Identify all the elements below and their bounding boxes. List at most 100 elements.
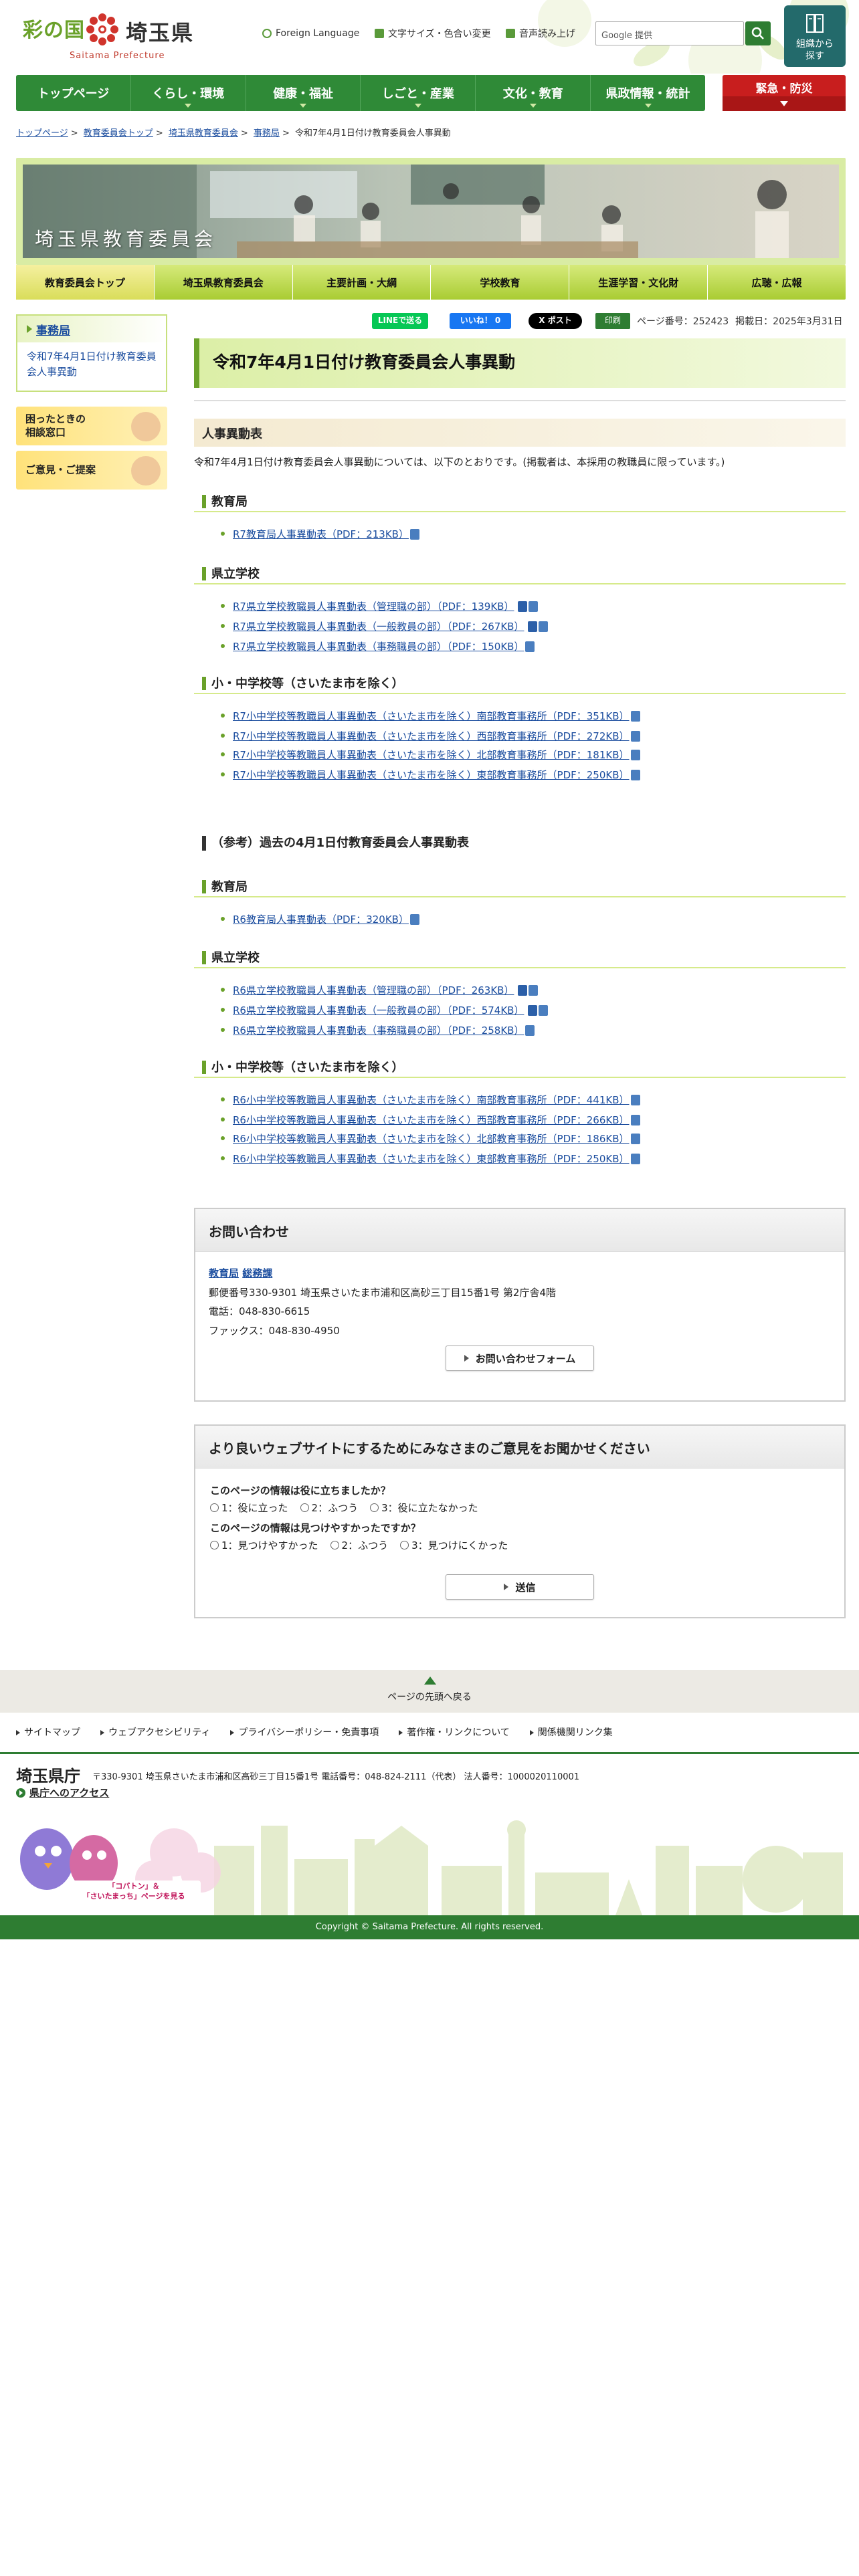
gnav-kurashi[interactable]: くらし・環境 (131, 75, 246, 111)
footer-link-privacy[interactable]: プライバシーポリシー・免責事項 (230, 1725, 379, 1739)
footer-divider (0, 1752, 859, 1754)
search-input[interactable]: Google 提供 (595, 21, 744, 45)
download-link[interactable]: R7県立学校教職員人事異動表（事務職員の部）（PDF：150KB） (221, 639, 535, 655)
radio-label: 1：見つけやすかった (221, 1539, 318, 1551)
download-link[interactable]: R6小中学校等教職員人事異動表（さいたま市を除く）東部教育事務所（PDF：250… (221, 1152, 640, 1168)
facebook-like-button[interactable]: いいね！ 0 (450, 313, 511, 329)
back-to-top-button[interactable]: ページの先頭へ戻る (0, 1670, 859, 1713)
subnav-school-education[interactable]: 学校教育 (431, 265, 570, 300)
speech-reader-link[interactable]: 音声読み上げ (506, 25, 575, 41)
footer-link-related[interactable]: 関係機関リンク集 (530, 1725, 613, 1739)
contact-dept-link[interactable]: 教育局 (209, 1267, 239, 1279)
breadcrumb-link-board-top[interactable]: 教育委員会トップ (84, 128, 153, 138)
feedback-submit-button[interactable]: 送信 (446, 1574, 594, 1600)
arrow-right-icon (464, 1355, 469, 1362)
foreign-language-link[interactable]: Foreign Language (262, 25, 359, 41)
subnav-pr[interactable]: 広聴・広報 (708, 265, 846, 300)
subnav-lifelong-learning[interactable]: 生涯学習・文化財 (569, 265, 708, 300)
radio-option[interactable]: 3：役に立たなかった (370, 1501, 478, 1515)
download-link[interactable]: R6教育局人事異動表（PDF：320KB） (221, 912, 419, 928)
font-size-color-link[interactable]: 文字サイズ・色合い変更 (375, 25, 491, 41)
org-search-button[interactable]: 組織から 探す (784, 5, 846, 67)
contact-form-button[interactable]: お問い合わせフォーム (446, 1346, 594, 1371)
book-icon (806, 14, 824, 33)
contact-section-link[interactable]: 総務課 (242, 1267, 272, 1279)
sidebar-item-current[interactable]: 令和7年4月1日付け教育委員会人事異動 (17, 342, 166, 387)
mascot-page-link[interactable]: 「コバトン」＆ 「さいたまっち」ページを見る (67, 1881, 201, 1903)
feedback-options-1: 1：役に立った 2：ふつう 3：役に立たなかった (210, 1501, 478, 1515)
emergency-button[interactable]: 緊急・防災 (723, 75, 846, 111)
radio-button[interactable] (330, 1541, 339, 1549)
breadcrumb-link-board[interactable]: 埼玉県教育委員会 (169, 128, 238, 138)
radio-button[interactable] (400, 1541, 409, 1549)
download-link[interactable]: R6県立学校教職員人事異動表（事務職員の部）（PDF：258KB） (221, 1023, 535, 1039)
feedback-options-2: 1：見つけやすかった 2：ふつう 3：見つけにくかった (210, 1538, 508, 1552)
gnav-kenko[interactable]: 健康・福祉 (246, 75, 361, 111)
x-post-button[interactable]: X ポスト (529, 313, 582, 329)
radio-label: 1：役に立った (221, 1502, 288, 1514)
radio-option[interactable]: 2：ふつう (300, 1501, 358, 1515)
saitama-emblem-icon (86, 13, 118, 45)
breadcrumb-link-secretariat[interactable]: 事務局 (254, 128, 280, 138)
footer-link-sitemap[interactable]: サイトマップ (16, 1725, 80, 1739)
radio-option[interactable]: 1：見つけやすかった (210, 1538, 318, 1552)
subnav-plans[interactable]: 主要計画・大綱 (293, 265, 432, 300)
pdf-icon (630, 730, 640, 742)
download-link-label: R7小中学校等教職員人事異動表（さいたま市を除く）東部教育事務所（PDF：250… (233, 769, 630, 781)
saitama-logo[interactable]: 彩の国 埼玉県 Saitama Prefecture (16, 8, 197, 63)
logo-text-sainokuni: 彩の国 (23, 19, 85, 42)
pdf-icon (518, 601, 528, 612)
contact-dept: 教育局 総務課 (209, 1264, 831, 1283)
download-link[interactable]: R6小中学校等教職員人事異動表（さいたま市を除く）南部教育事務所（PDF：441… (221, 1093, 640, 1109)
footer-link-copyright[interactable]: 著作権・リンクについて (399, 1725, 510, 1739)
back-to-top-label: ページの先頭へ戻る (387, 1692, 472, 1703)
gnav-shigoto[interactable]: しごと・産業 (361, 75, 476, 111)
radio-button[interactable] (370, 1503, 379, 1512)
download-link[interactable]: R7小中学校等教職員人事異動表（さいたま市を除く）東部教育事務所（PDF：250… (221, 768, 640, 784)
gnav-kensei[interactable]: 県政情報・統計 (591, 75, 705, 111)
banner-title: 埼玉県教育委員会 (35, 228, 217, 250)
font-size-icon (375, 29, 384, 38)
breadcrumb-link-top[interactable]: トップページ (16, 128, 68, 138)
sidebar-heading-link[interactable]: 事務局 (36, 321, 70, 338)
opinion-banner[interactable]: ご意見・ご提案 (16, 451, 167, 490)
download-link[interactable]: R7県立学校教職員人事異動表（管理職の部）（PDF：139KB） (221, 599, 539, 615)
logo-text-saitamaken: 埼玉県 (126, 20, 195, 45)
radio-label: 3：役に立たなかった (381, 1502, 478, 1514)
search-button[interactable] (745, 21, 771, 45)
radio-option[interactable]: 2：ふつう (330, 1538, 388, 1552)
access-link[interactable]: 県庁へのアクセス (16, 1786, 109, 1800)
person-illustration (131, 412, 161, 441)
gnav-kurashi-label: くらし・環境 (152, 87, 225, 101)
radio-option[interactable]: 1：役に立った (210, 1501, 288, 1515)
feedback-question-2: このページの情報は見つけやすかったですか？ (210, 1522, 421, 1534)
divider (194, 400, 846, 401)
download-link[interactable]: R6小中学校等教職員人事異動表（さいたま市を除く）西部教育事務所（PDF：266… (221, 1113, 640, 1129)
radio-button[interactable] (210, 1541, 219, 1549)
download-link[interactable]: R7小中学校等教職員人事異動表（さいたま市を除く）北部教育事務所（PDF：181… (221, 748, 640, 764)
radio-button[interactable] (210, 1503, 219, 1512)
download-link-label: R7小中学校等教職員人事異動表（さいたま市を除く）北部教育事務所（PDF：181… (233, 749, 630, 761)
footer-link-accessibility[interactable]: ウェブアクセシビリティ (100, 1725, 210, 1739)
download-link[interactable]: R6県立学校教職員人事異動表（一般教員の部）（PDF：574KB） (221, 1003, 549, 1019)
consultation-banner[interactable]: 困ったときの 相談窓口 (16, 407, 167, 445)
gnav-bunka[interactable]: 文化・教育 (476, 75, 591, 111)
radio-option[interactable]: 3：見つけにくかった (400, 1538, 508, 1552)
download-link[interactable]: R7教育局人事異動表（PDF：213KB） (221, 527, 419, 543)
download-link[interactable]: R6県立学校教職員人事異動表（管理職の部）（PDF：263KB） (221, 983, 539, 999)
contact-tel: 電話：048-830-6615 (209, 1305, 310, 1317)
gnav-kensei-label: 県政情報・統計 (605, 87, 690, 101)
line-share-button[interactable]: LINEで送る (372, 313, 428, 329)
download-link-label: R7県立学校教職員人事異動表（管理職の部）（PDF：139KB） (233, 601, 514, 613)
gnav-top[interactable]: トップページ (16, 75, 131, 111)
radio-button[interactable] (300, 1503, 309, 1512)
download-link[interactable]: R7小中学校等教職員人事異動表（さいたま市を除く）西部教育事務所（PDF：272… (221, 729, 640, 745)
download-link[interactable]: R7小中学校等教職員人事異動表（さいたま市を除く）南部教育事務所（PDF：351… (221, 709, 640, 725)
download-link[interactable]: R6小中学校等教職員人事異動表（さいたま市を除く）北部教育事務所（PDF：186… (221, 1132, 640, 1148)
download-link-label: R7教育局人事異動表（PDF：213KB） (233, 528, 409, 540)
print-button[interactable]: 印刷 (595, 313, 630, 329)
download-link[interactable]: R7県立学校教職員人事異動表（一般教員の部）（PDF：267KB） (221, 619, 549, 635)
download-link-label: R6県立学校教職員人事異動表（一般教員の部）（PDF：574KB） (233, 1004, 524, 1016)
subnav-board-top[interactable]: 教育委員会トップ (16, 265, 155, 300)
subnav-board[interactable]: 埼玉県教育委員会 (155, 265, 293, 300)
